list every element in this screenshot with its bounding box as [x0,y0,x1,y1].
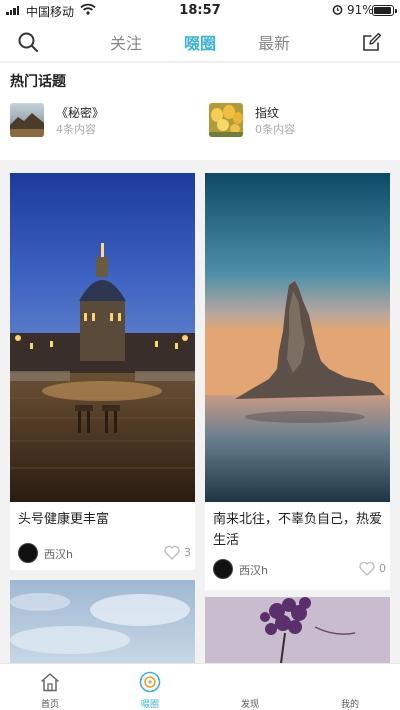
search-icon[interactable] [17,31,39,53]
status-bar: 中国移动 18:57 91% [0,0,400,22]
alarm-icon [332,5,343,15]
feed-card[interactable] [205,597,390,663]
post-image [205,597,390,663]
post-username[interactable]: 西汉h [44,546,73,562]
post-image [205,173,390,502]
like-count: 3 [184,546,191,559]
feed-card[interactable]: 头号健康更丰富 西汉h 3 [10,173,195,570]
tab-follow[interactable]: 关注 [110,30,142,54]
tab-latest[interactable]: 最新 [258,30,290,54]
top-header: 关注 啜圈 最新 [0,22,400,62]
nav-label: 发现 [240,700,259,710]
nav-profile[interactable]: 我的 [300,664,400,710]
post-image [10,580,195,663]
topic-count: 4条内容 [56,123,96,136]
avatar[interactable] [213,559,233,579]
hot-topics-section: 热门话题 《秘密》 4条内容 指纹 0条内容 [0,63,400,160]
topic-item[interactable]: 《秘密》 4条内容 [10,102,190,138]
feed-card[interactable]: 南来北往，不辜负自己，热爱生活 西汉h 0 [205,173,390,590]
post-username[interactable]: 西汉h [239,562,268,578]
nav-home[interactable]: 首页 [0,664,100,710]
battery-percent: 91% [347,3,374,17]
post-caption: 头号健康更丰富 [18,512,110,527]
topic-item[interactable]: 指纹 0条内容 [209,102,389,138]
topic-name: 《秘密》 [56,106,105,120]
battery-icon [372,5,397,16]
topic-thumbnail [10,103,44,137]
heart-icon[interactable] [164,545,180,560]
nav-label: 我的 [340,700,359,710]
heart-icon[interactable] [359,561,375,576]
tab-circle[interactable]: 啜圈 [184,30,216,54]
topic-thumbnail [209,103,243,137]
bottom-nav: 首页 啜圈 发现 我的 [0,663,400,710]
topic-count: 0条内容 [255,123,295,136]
avatar[interactable] [18,543,38,563]
header-tabs: 关注 啜圈 最新 [110,30,290,54]
topic-name: 指纹 [255,106,280,120]
compose-icon[interactable] [362,32,382,52]
circle-icon [139,671,161,693]
nav-label: 啜圈 [140,700,159,710]
feed-card[interactable] [10,580,195,663]
home-icon [41,673,59,692]
hot-topics-title: 热门话题 [10,74,66,90]
like-count: 0 [379,562,386,575]
nav-discover[interactable]: 发现 [200,664,300,710]
post-image [10,173,195,502]
post-caption: 南来北往，不辜负自己，热爱生活 [213,512,383,548]
nav-circle[interactable]: 啜圈 [100,664,200,710]
nav-label: 首页 [40,700,59,710]
